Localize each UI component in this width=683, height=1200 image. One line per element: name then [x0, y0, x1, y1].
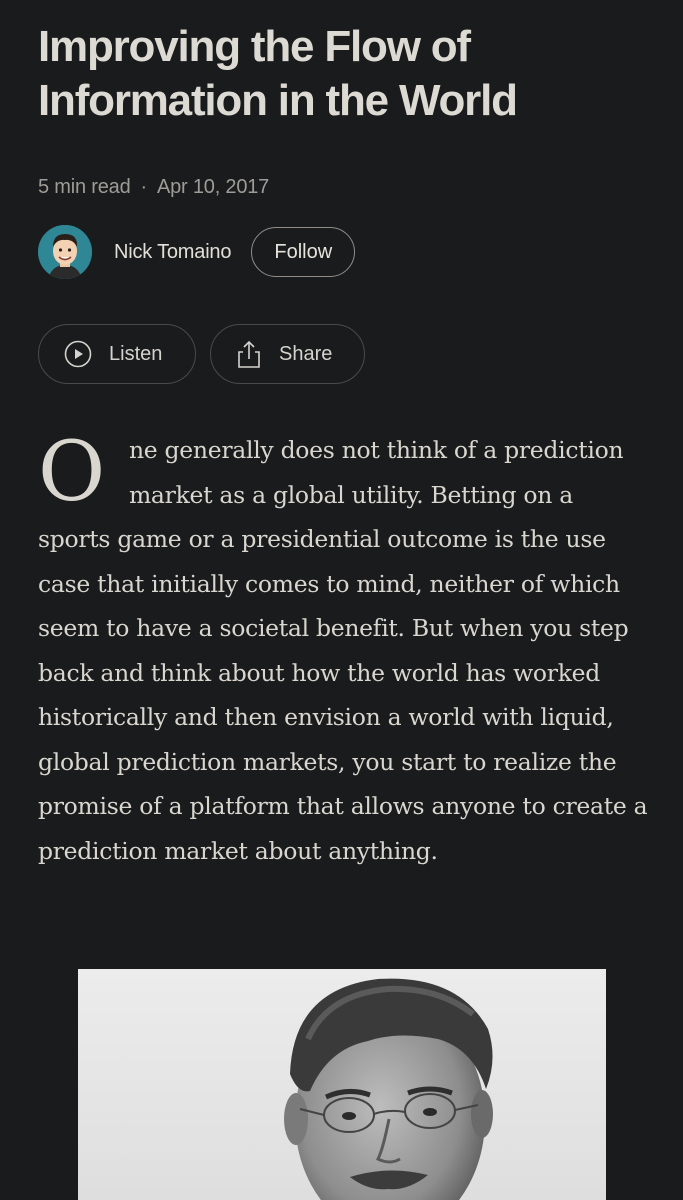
avatar-illustration-icon — [38, 225, 92, 279]
publish-date: Apr 10, 2017 — [156, 176, 270, 198]
author-row: Nick Tomaino Follow — [38, 224, 356, 280]
article-meta: 5 min read · Apr 10, 2017 — [38, 174, 269, 200]
listen-label: Listen — [109, 342, 163, 365]
meta-separator: · — [140, 176, 148, 198]
avatar[interactable] — [38, 225, 92, 279]
portrait-photo-icon — [78, 969, 606, 1200]
read-time: 5 min read — [38, 176, 131, 198]
share-label: Share — [279, 342, 333, 365]
listen-button[interactable]: Listen — [38, 324, 196, 384]
article-paragraph: ne generally does not think of a predict… — [38, 436, 648, 865]
play-circle-icon — [63, 339, 93, 369]
article-figure-image — [78, 969, 606, 1200]
article-body: One generally does not think of a predic… — [38, 428, 648, 873]
drop-cap: O — [38, 425, 105, 520]
follow-button[interactable]: Follow — [251, 227, 356, 277]
share-button[interactable]: Share — [210, 324, 365, 384]
author-name[interactable]: Nick Tomaino — [114, 241, 231, 264]
article-title: Improving the Flow of Information in the… — [38, 22, 518, 125]
action-row: Listen Share — [38, 324, 379, 384]
share-upload-icon — [235, 339, 263, 369]
